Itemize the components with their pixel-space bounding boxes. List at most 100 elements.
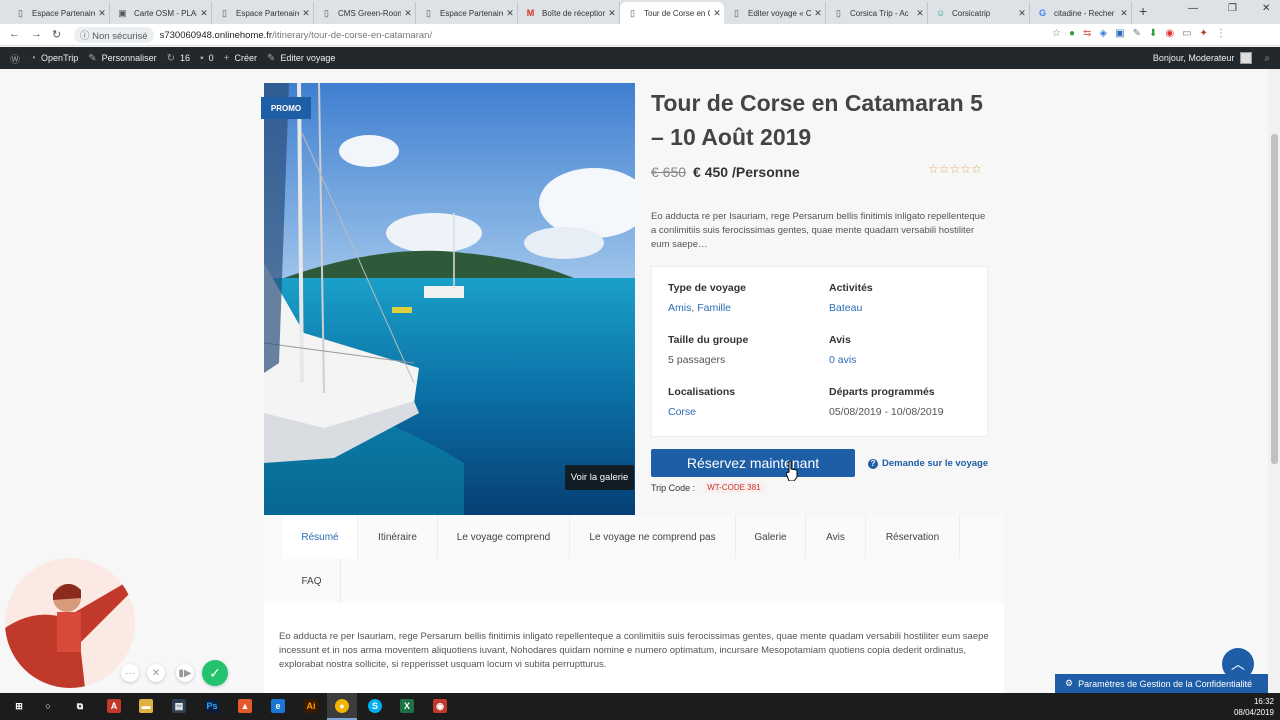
chrome-icon[interactable]: ● <box>335 699 349 713</box>
reload-icon[interactable]: ↻ <box>52 28 61 41</box>
browser-tab-active[interactable]: ▯ Tour de Corse en C ✕ <box>620 2 724 24</box>
extension-icon[interactable]: ⬇ <box>1149 28 1157 39</box>
file-explorer-icon[interactable]: ▬ <box>139 699 153 713</box>
close-icon[interactable]: ✕ <box>299 8 313 19</box>
extension-icon[interactable]: ● <box>1069 28 1075 39</box>
avatar[interactable] <box>1240 52 1253 64</box>
security-indicator[interactable]: ⓘ Non sécurisé <box>74 27 154 43</box>
create-link[interactable]: + Créer <box>224 53 257 64</box>
forward-icon[interactable]: → <box>31 28 42 40</box>
task-view-icon[interactable]: ⧉ <box>73 699 87 713</box>
extension-icon[interactable]: ✦ <box>1200 28 1208 39</box>
browser-tab[interactable]: ▣ Carte OSM - PLAN ✕ <box>110 2 212 24</box>
photoshop-icon[interactable]: Ps <box>205 699 219 713</box>
system-clock[interactable]: 16:32 08/04/2019 <box>1234 696 1274 718</box>
extension-icon[interactable]: ◈ <box>1099 28 1107 39</box>
extension-icon[interactable]: ⇆ <box>1083 28 1091 39</box>
info-icon: ⓘ <box>80 31 93 42</box>
trip-hero-image[interactable] <box>264 83 635 515</box>
view-gallery-button[interactable]: Voir la galerie <box>565 465 634 490</box>
url-field[interactable]: ⓘ Non sécurisé s730060948.onlinehome.fr /… <box>74 27 1064 43</box>
comments-link[interactable]: ▪ 0 <box>200 53 214 64</box>
close-icon[interactable]: ✕ <box>503 8 517 19</box>
browser-tab[interactable]: ☺ Corsicatrip ✕ <box>928 2 1030 24</box>
extension-icon[interactable]: ✎ <box>1133 28 1141 39</box>
tab-included[interactable]: Le voyage comprend <box>438 515 570 559</box>
close-icon[interactable]: ✕ <box>710 8 724 19</box>
gmail-icon: M <box>526 7 535 18</box>
windows-start-icon[interactable]: ⊞ <box>12 699 26 713</box>
close-window-icon[interactable]: ✕ <box>1262 3 1270 14</box>
browser-tab[interactable]: ▯ Espace Partenaire ✕ <box>212 2 314 24</box>
updates-link[interactable]: ↻ 16 <box>167 53 190 64</box>
close-icon[interactable]: ✕ <box>95 8 109 19</box>
extension-icon[interactable]: ▣ <box>1115 28 1124 39</box>
comment-icon: ▪ <box>200 52 204 64</box>
info-trip-type: Type de voyage Amis, Famille <box>668 282 747 314</box>
tab-booking[interactable]: Réservation <box>866 515 960 559</box>
extension-icon[interactable]: ▭ <box>1182 28 1191 39</box>
page-scrollbar[interactable] <box>1268 69 1280 693</box>
tab-reviews[interactable]: Avis <box>806 515 866 559</box>
tab-gallery[interactable]: Galerie <box>736 515 806 559</box>
cancel-recording-button[interactable]: ✕ <box>147 664 165 682</box>
tab-faq[interactable]: FAQ <box>283 559 341 603</box>
enquiry-link[interactable]: ? Demande sur le voyage <box>868 458 988 469</box>
menu-icon[interactable]: ⋮ <box>1216 28 1226 39</box>
close-icon[interactable]: ✕ <box>197 8 211 19</box>
activity-link[interactable]: Bateau <box>829 302 873 314</box>
vlc-icon[interactable]: ▲ <box>238 699 252 713</box>
pause-recording-button[interactable]: ▮▶ <box>176 664 194 682</box>
search-icon[interactable]: ⌕ <box>1264 53 1270 64</box>
finish-recording-button[interactable]: ✓ <box>202 660 228 686</box>
trip-type-link[interactable]: Amis <box>668 302 691 314</box>
acrobat-icon[interactable]: A <box>107 699 121 713</box>
skype-icon[interactable]: S <box>368 699 382 713</box>
tab-not-included[interactable]: Le voyage ne comprend pas <box>570 515 736 559</box>
browser-tab[interactable]: ▯ Editer voyage « C ✕ <box>724 2 826 24</box>
store-icon[interactable]: ▤ <box>172 699 186 713</box>
close-icon[interactable]: ✕ <box>811 8 825 19</box>
close-icon[interactable]: ✕ <box>1117 8 1131 19</box>
browser-tab[interactable]: ▯ Espace Partenaire ✕ <box>8 2 110 24</box>
illustrator-icon[interactable]: Ai <box>304 699 318 713</box>
more-options-button[interactable]: ··· <box>121 664 139 682</box>
minimize-icon[interactable]: — <box>1188 3 1198 14</box>
browser-tab[interactable]: ▯ CMS Green-Room ✕ <box>314 2 416 24</box>
bookmark-star-icon[interactable]: ☆ <box>1052 28 1061 39</box>
recorder-icon[interactable]: ◉ <box>433 699 447 713</box>
extension-icon[interactable]: ◉ <box>1165 28 1174 39</box>
trip-type-link[interactable]: Famille <box>697 302 731 314</box>
edit-trip-link[interactable]: ✎ Editer voyage <box>267 53 335 64</box>
updates-icon: ↻ <box>166 52 176 64</box>
edge-icon[interactable]: e <box>271 699 285 713</box>
question-icon: ? <box>868 458 878 469</box>
tab-itinerary[interactable]: Itinéraire <box>358 515 438 559</box>
close-icon[interactable]: ✕ <box>605 8 619 19</box>
browser-tab[interactable]: M Boîte de réception ✕ <box>518 2 620 24</box>
privacy-settings-button[interactable]: ⚙ Paramètres de Gestion de la Confidenti… <box>1055 674 1268 693</box>
restore-icon[interactable]: ❐ <box>1228 3 1237 14</box>
excel-icon[interactable]: X <box>400 699 414 713</box>
back-icon[interactable]: ← <box>9 28 20 40</box>
wp-logo[interactable]: Ⓦ <box>10 51 20 66</box>
close-icon[interactable]: ✕ <box>913 8 927 19</box>
star-empty-icon: ☆ <box>949 162 961 176</box>
hand-cursor-icon <box>786 461 798 481</box>
old-price: € 650 <box>651 164 687 180</box>
browser-tab[interactable]: ▯ Espace Partenaire ✕ <box>416 2 518 24</box>
new-tab-button[interactable]: + <box>1139 3 1147 19</box>
site-name-link[interactable]: ◔ OpenTrip <box>30 53 78 64</box>
location-link[interactable]: Corse <box>668 406 735 418</box>
tab-summary[interactable]: Résumé <box>283 515 358 559</box>
browser-tab[interactable]: Gcitadine - Recher ✕ <box>1030 2 1132 24</box>
browser-tab[interactable]: ▯ Corsica Trip - Ac ✕ <box>826 2 928 24</box>
reviews-link[interactable]: 0 avis <box>829 354 856 366</box>
account-link[interactable]: Bonjour, Moderateur <box>1153 53 1235 63</box>
close-icon[interactable]: ✕ <box>1015 8 1029 19</box>
search-icon[interactable]: ○ <box>41 699 55 713</box>
customize-link[interactable]: ✎ Personnaliser <box>88 53 156 64</box>
scrollbar-thumb[interactable] <box>1271 134 1278 464</box>
book-now-button[interactable]: Réservez maintenant <box>651 449 855 477</box>
close-icon[interactable]: ✕ <box>401 8 415 19</box>
